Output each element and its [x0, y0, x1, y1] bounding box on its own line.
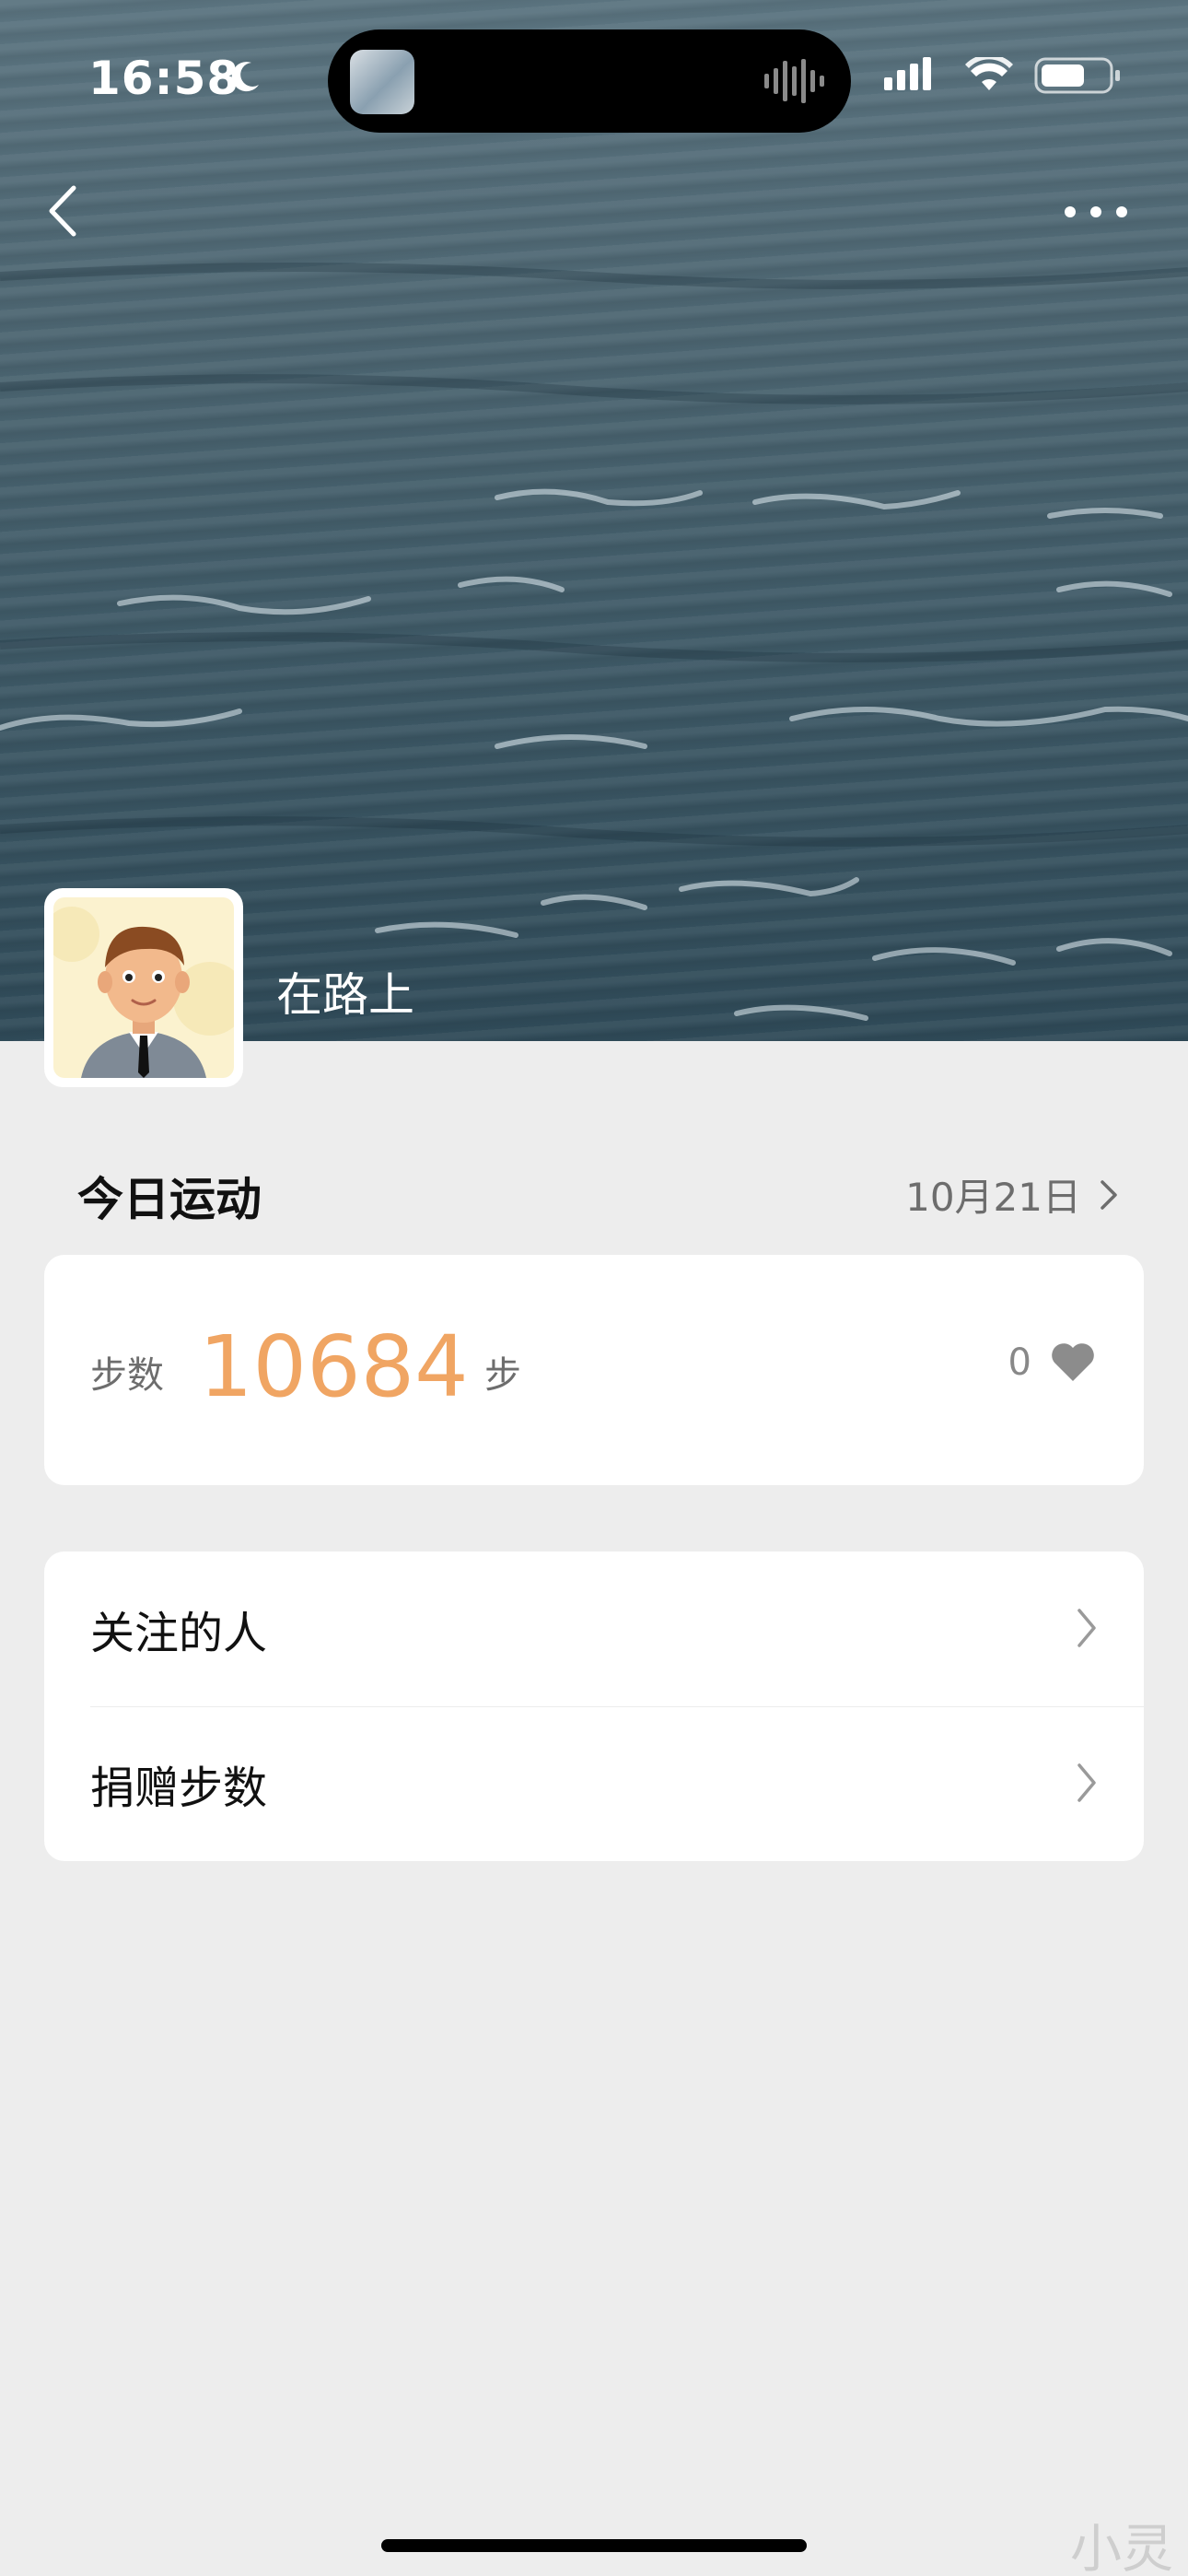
steps-label: 步数 [90, 1354, 164, 1397]
menu-item-label: 关注的人 [90, 1608, 268, 1659]
cover-photo[interactable] [0, 0, 1188, 1041]
steps-unit: 步 [484, 1354, 521, 1397]
username: 在路上 [276, 968, 414, 1022]
back-icon[interactable] [37, 179, 92, 243]
menu-item-following[interactable]: 关注的人 [44, 1551, 1144, 1706]
dynamic-island[interactable] [328, 29, 851, 133]
steps-card[interactable]: 步数 10684 步 0 [44, 1255, 1144, 1485]
section-title-today: 今日运动 [77, 1173, 262, 1226]
wechat-sports-page: 16:58 在路上 今日运动 10月21日 步数 10684 步 0 关注的人 … [0, 0, 1188, 2576]
steps-value: 10684 [199, 1317, 469, 1416]
ocean-waves-image [0, 263, 1188, 1021]
cartoon-man-avatar-icon [53, 907, 234, 1078]
date-selector[interactable]: 10月21日 [905, 1166, 1118, 1223]
chevron-right-icon [1077, 1763, 1096, 1802]
menu-item-label: 捐赠步数 [90, 1762, 268, 1814]
home-indicator[interactable] [381, 2539, 807, 2552]
chevron-right-icon [1077, 1609, 1096, 1647]
like-count: 0 [1007, 1341, 1031, 1384]
chevron-right-icon [1101, 1179, 1117, 1210]
like-button[interactable]: 0 [1008, 1341, 1096, 1384]
battery-icon [1034, 57, 1120, 94]
wifi-icon [965, 57, 1013, 90]
status-time: 16:58 [88, 52, 240, 105]
heart-icon [1052, 1343, 1094, 1381]
now-playing-thumbnail [350, 50, 414, 114]
date-label: 10月21日 [905, 1175, 1081, 1220]
status-icons [884, 57, 1120, 94]
more-options-icon[interactable] [1059, 193, 1133, 230]
avatar[interactable] [44, 888, 243, 1087]
menu-card: 关注的人 捐赠步数 [44, 1551, 1144, 1861]
audio-waveform-icon [764, 59, 824, 103]
cellular-signal-icon [884, 57, 931, 90]
watermark: 小灵 [1070, 2520, 1173, 2576]
moon-icon [231, 62, 259, 92]
menu-item-donate-steps[interactable]: 捐赠步数 [44, 1706, 1144, 1861]
